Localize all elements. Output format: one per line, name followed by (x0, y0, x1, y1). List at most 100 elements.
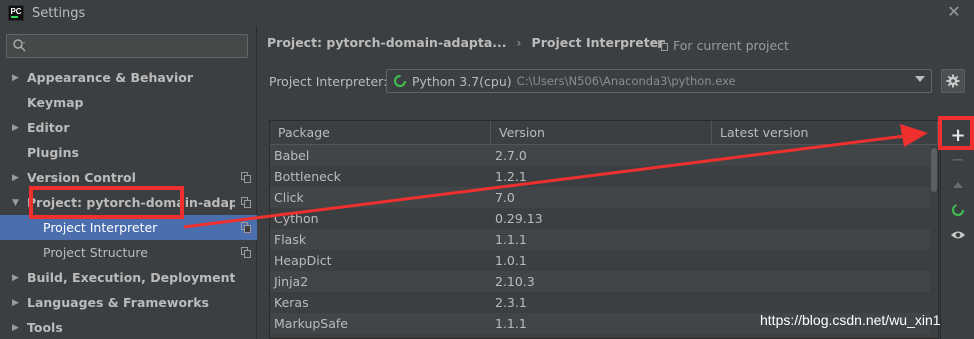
package-version: 0.29.13 (495, 211, 543, 226)
package-version: 2.3.1 (495, 295, 527, 310)
settings-sidebar: ▶ Appearance & Behavior Keymap ▶ Editor Plugi… (0, 26, 257, 339)
chevron-down-icon (915, 76, 925, 82)
copy-icon (241, 222, 251, 233)
watermark-text: https://blog.csdn.net/wu_xin1 (760, 312, 941, 328)
table-row[interactable]: Babel 2.7.0 (270, 145, 938, 166)
package-version: 2.10.3 (495, 274, 535, 289)
triangle-down-icon[interactable]: ▼ (0, 198, 27, 208)
sidebar-item-label: Project: pytorch-domain-adapta... (27, 195, 235, 210)
sidebar-item-2[interactable]: ▶ Editor (0, 115, 257, 140)
sidebar-item-4[interactable]: ▶ Version Control (0, 165, 257, 190)
sidebar-item-label: Build, Execution, Deployment (27, 270, 235, 285)
table-row[interactable]: Click 7.0 (270, 187, 938, 208)
triangle-right-icon[interactable]: ▶ (0, 73, 27, 83)
triangle-right-icon[interactable]: ▶ (0, 173, 27, 183)
package-name: MarkupSafe (274, 316, 348, 331)
sidebar-item-label: Languages & Frameworks (27, 295, 209, 310)
interpreter-dropdown[interactable]: Python 3.7(cpu) C:\Users\N506\Anaconda3\… (386, 69, 932, 93)
scope-label: For current project (673, 38, 789, 53)
sidebar-item-label: Project Structure (43, 245, 148, 260)
package-name: Babel (274, 148, 310, 163)
copy-icon (241, 172, 251, 183)
sidebar-item-5[interactable]: ▼Project: pytorch-domain-adapta... (0, 190, 257, 215)
add-package-button[interactable]: + (941, 123, 974, 147)
table-row[interactable]: Flask 1.1.1 (270, 229, 938, 250)
copy-icon (241, 197, 251, 208)
copy-icon (241, 247, 251, 258)
sidebar-item-0[interactable]: ▶ Appearance & Behavior (0, 65, 257, 90)
triangle-right-icon[interactable]: ▶ (0, 123, 27, 133)
package-version: 1.1.1 (495, 316, 527, 331)
sidebar-item-8[interactable]: ▶ Build, Execution, Deployment (0, 265, 257, 290)
package-version: 2.7.0 (495, 148, 527, 163)
package-name: Cython (274, 211, 319, 226)
breadcrumb: Project: pytorch-domain-adapta... › Proj… (267, 35, 664, 50)
scope-note: For current project (658, 38, 789, 53)
package-name: Bottleneck (274, 169, 341, 184)
package-latest-version (712, 187, 938, 208)
triangle-right-icon[interactable]: ▶ (0, 323, 27, 333)
pycharm-logo-icon: PC (8, 5, 24, 21)
header-latest-version[interactable]: Latest version (712, 121, 938, 145)
package-name: HeapDict (274, 253, 332, 268)
search-field[interactable] (6, 34, 248, 58)
upgrade-package-button[interactable] (941, 173, 974, 197)
triangle-right-icon[interactable]: ▶ (0, 298, 27, 308)
title-bar: PC Settings ✕ (0, 0, 974, 26)
packages-table: Package Version Latest version Babel 2.7.… (269, 120, 939, 339)
spinner-icon (951, 203, 965, 217)
package-name: Jinja2 (274, 274, 309, 289)
sidebar-item-label: Appearance & Behavior (27, 70, 193, 85)
sidebar-item-9[interactable]: ▶ Languages & Frameworks (0, 290, 257, 315)
triangle-right-icon[interactable]: ▶ (0, 273, 27, 283)
package-name: Keras (274, 295, 309, 310)
table-body: Babel 2.7.0 Bottleneck 1.2.1 Click 7.0 Cython 0… (270, 145, 938, 334)
table-scrollbar[interactable] (930, 146, 938, 338)
package-latest-version (712, 271, 938, 292)
package-latest-version (712, 208, 938, 229)
table-row[interactable]: Cython 0.29.13 (270, 208, 938, 229)
sidebar-item-label: Editor (27, 120, 70, 135)
plus-icon: + (950, 124, 966, 146)
interpreter-settings-button[interactable] (941, 69, 965, 93)
header-version[interactable]: Version (491, 121, 712, 145)
package-version: 1.0.1 (495, 253, 527, 268)
search-input[interactable] (31, 36, 241, 56)
header-package[interactable]: Package (270, 121, 491, 145)
sidebar-item-7[interactable]: Project Structure (0, 240, 257, 265)
sidebar-item-1[interactable]: Keymap (0, 90, 257, 115)
sidebar-item-6[interactable]: Project Interpreter (0, 215, 257, 240)
package-name: Click (274, 190, 304, 205)
package-latest-version (712, 166, 938, 187)
gear-icon (946, 74, 960, 88)
minus-icon: − (951, 149, 965, 169)
search-icon (13, 39, 26, 52)
sidebar-item-label: Tools (27, 320, 63, 335)
sidebar-item-10[interactable]: ▶ Tools (0, 315, 257, 339)
loading-spinner-button[interactable] (941, 198, 974, 222)
close-icon[interactable]: ✕ (946, 4, 962, 20)
scroll-thumb[interactable] (931, 148, 937, 192)
remove-package-button[interactable]: − (941, 147, 974, 171)
package-version: 7.0 (495, 190, 515, 205)
table-row[interactable]: Jinja2 2.10.3 (270, 271, 938, 292)
main-pane: Project: pytorch-domain-adapta... › Proj… (258, 26, 974, 339)
package-latest-version (712, 229, 938, 250)
interpreter-path: C:\Users\N506\Anaconda3\python.exe (516, 74, 736, 88)
sidebar-item-label: Plugins (27, 145, 79, 160)
table-row[interactable]: HeapDict 1.0.1 (270, 250, 938, 271)
table-row[interactable]: Bottleneck 1.2.1 (270, 166, 938, 187)
sidebar-item-3[interactable]: Plugins (0, 140, 257, 165)
table-row[interactable]: Keras 2.3.1 (270, 292, 938, 313)
breadcrumb-project[interactable]: Project: pytorch-domain-adapta... (267, 35, 507, 50)
package-latest-version (712, 292, 938, 313)
triangle-up-icon (953, 182, 963, 188)
sidebar-item-label: Project Interpreter (43, 220, 158, 235)
show-early-releases-button[interactable] (941, 223, 974, 247)
package-latest-version (712, 250, 938, 271)
sidebar-item-label: Version Control (27, 170, 136, 185)
package-latest-version (712, 145, 938, 166)
window-title: Settings (32, 5, 86, 21)
package-version: 1.1.1 (495, 232, 527, 247)
sidebar-item-label: Keymap (27, 95, 84, 110)
